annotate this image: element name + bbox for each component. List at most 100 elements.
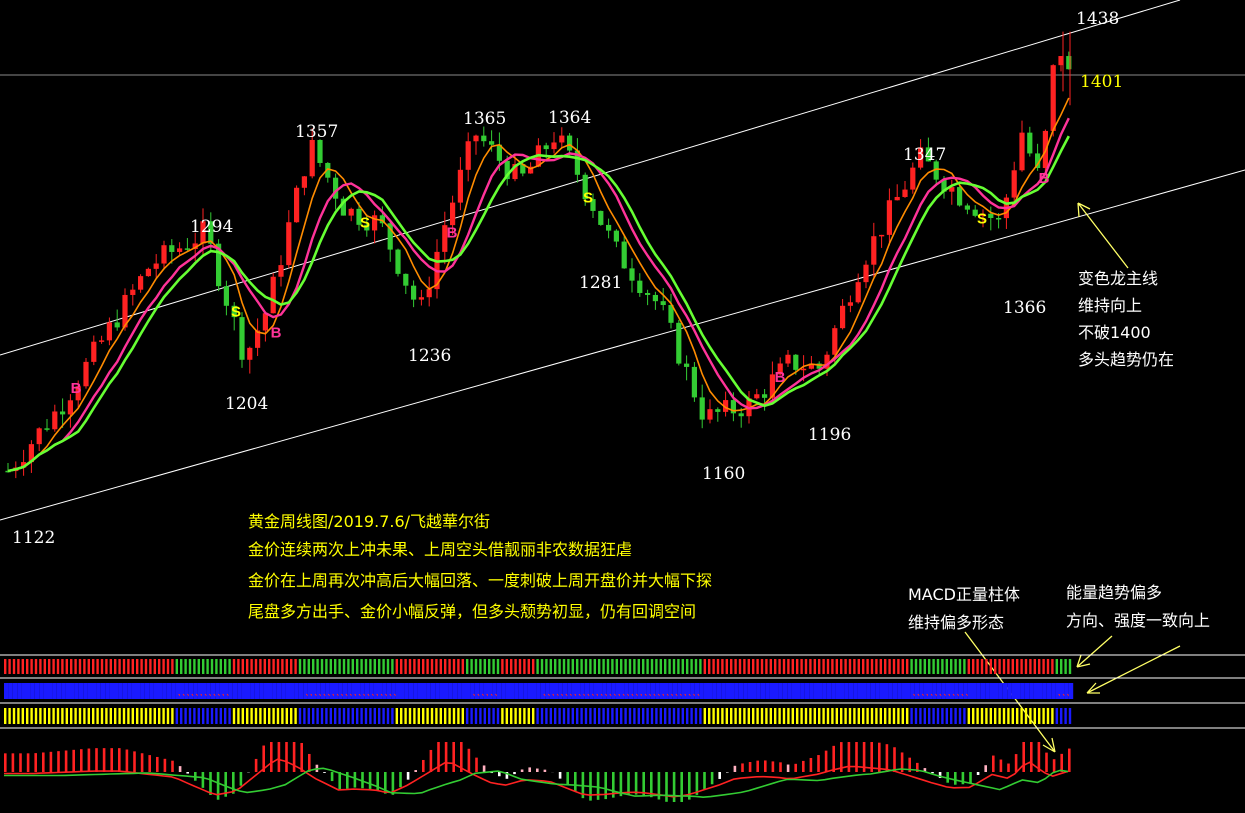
macd-histogram-bar — [156, 756, 159, 772]
energy-bar — [180, 708, 183, 724]
trend-bar — [712, 659, 715, 674]
trend-bar — [932, 659, 935, 674]
macd-histogram-bar — [726, 772, 729, 773]
arrow-cell — [395, 683, 400, 699]
candle-body — [481, 135, 487, 142]
price-label-1365: 1365 — [463, 109, 506, 129]
arrow-strip-row: ↓↓↓↓↓↓↓↓↓↓↓↓↓↓↓↓↓↓↓↓↓↓↓↓↓↓↓↓↓↓↓↓↓↓↓↓↓↓↓↓… — [4, 683, 1075, 701]
trend-bar — [892, 659, 896, 674]
energy-bar — [378, 708, 381, 724]
arrow-cell — [756, 683, 761, 699]
trend-bar — [668, 659, 671, 674]
energy-bar — [584, 708, 588, 724]
energy-bar — [404, 708, 407, 724]
energy-bar — [26, 708, 29, 724]
energy-bar — [272, 708, 275, 724]
energy-bar — [307, 708, 310, 724]
trend-bar — [598, 659, 601, 674]
trend-bar — [70, 659, 73, 674]
energy-bar — [312, 708, 315, 724]
energy-bar — [448, 708, 451, 724]
candle-body — [855, 282, 861, 303]
dragon-main-line — [7, 135, 1070, 473]
trend-bar — [435, 659, 438, 674]
candle-body — [278, 265, 284, 277]
energy-bar — [699, 708, 702, 724]
trend-bar — [215, 659, 218, 674]
trend-bar — [888, 659, 891, 674]
dragon-note-2: 维持向上 — [1078, 296, 1143, 315]
trend-bar — [826, 659, 830, 674]
macd-histogram-bar — [482, 765, 486, 772]
arrow-cell — [294, 683, 299, 699]
arrow-cell — [290, 683, 295, 699]
energy-bar — [263, 708, 266, 724]
energy-bar — [483, 708, 486, 724]
arrow-cell — [892, 683, 898, 699]
trend-bar — [1060, 659, 1063, 674]
candlesticks — [5, 31, 1072, 479]
trend-bar — [554, 659, 557, 674]
trend-bar — [457, 659, 460, 674]
trend-bar — [730, 659, 733, 674]
arrow-cell — [263, 683, 268, 699]
trend-bar — [611, 659, 614, 674]
macd-histogram-bar — [4, 753, 7, 772]
trend-bar — [703, 659, 706, 674]
energy-bar — [787, 708, 790, 724]
trend-bar — [400, 659, 403, 674]
macd-histogram-bar — [999, 759, 1003, 772]
trend-bar — [738, 659, 742, 674]
trend-bar — [413, 659, 416, 674]
energy-bar — [901, 708, 904, 724]
candle-body — [333, 177, 339, 199]
arrow-cell — [1016, 683, 1021, 699]
energy-bar — [17, 708, 20, 724]
energy-bar — [826, 708, 830, 724]
macd-histogram-bar — [118, 748, 121, 772]
price-label-1294: 1294 — [190, 217, 233, 237]
price-label-1236: 1236 — [408, 346, 451, 366]
macd-histogram-bar — [1045, 752, 1048, 772]
energy-bar — [426, 708, 429, 724]
candle-body — [465, 141, 471, 170]
energy-bar — [884, 708, 887, 724]
trend-bar — [835, 659, 838, 674]
candle-body — [699, 397, 705, 420]
trend-bar — [202, 659, 205, 674]
trend-bar — [664, 659, 667, 674]
energy-bar — [118, 708, 121, 724]
arrow-cell — [61, 683, 66, 699]
trend-bar — [536, 659, 539, 674]
arrow-cell — [109, 683, 114, 699]
trend-bar — [382, 659, 385, 674]
arrow-cell — [1046, 683, 1052, 699]
trend-bar — [422, 659, 425, 674]
energy-bar — [963, 708, 966, 724]
energy-bar — [259, 708, 262, 724]
arrow-cell — [818, 683, 823, 699]
candle-body — [36, 428, 42, 445]
energy-bar — [474, 708, 478, 724]
energy-bar — [672, 708, 676, 724]
macd-histogram-bar — [566, 772, 569, 786]
energy-bar — [562, 708, 566, 724]
trend-bar — [866, 659, 869, 674]
arrow-cell — [844, 683, 849, 699]
trend-bar — [307, 659, 310, 674]
arrow-cell — [862, 683, 867, 699]
trend-bar — [175, 659, 178, 674]
arrow-cell — [26, 683, 31, 699]
energy-bar — [945, 708, 948, 724]
arrow-cell — [743, 683, 748, 699]
candle-body — [684, 363, 690, 367]
trend-bar — [263, 659, 266, 674]
energy-bar — [589, 708, 592, 724]
trend-bar — [329, 659, 332, 674]
energy-bar — [268, 708, 271, 724]
energy-bar — [175, 708, 178, 724]
macd-histogram-bar — [133, 751, 136, 772]
energy-bar — [897, 708, 900, 724]
macd-histogram-bar — [498, 772, 501, 777]
trend-bar — [188, 659, 192, 674]
